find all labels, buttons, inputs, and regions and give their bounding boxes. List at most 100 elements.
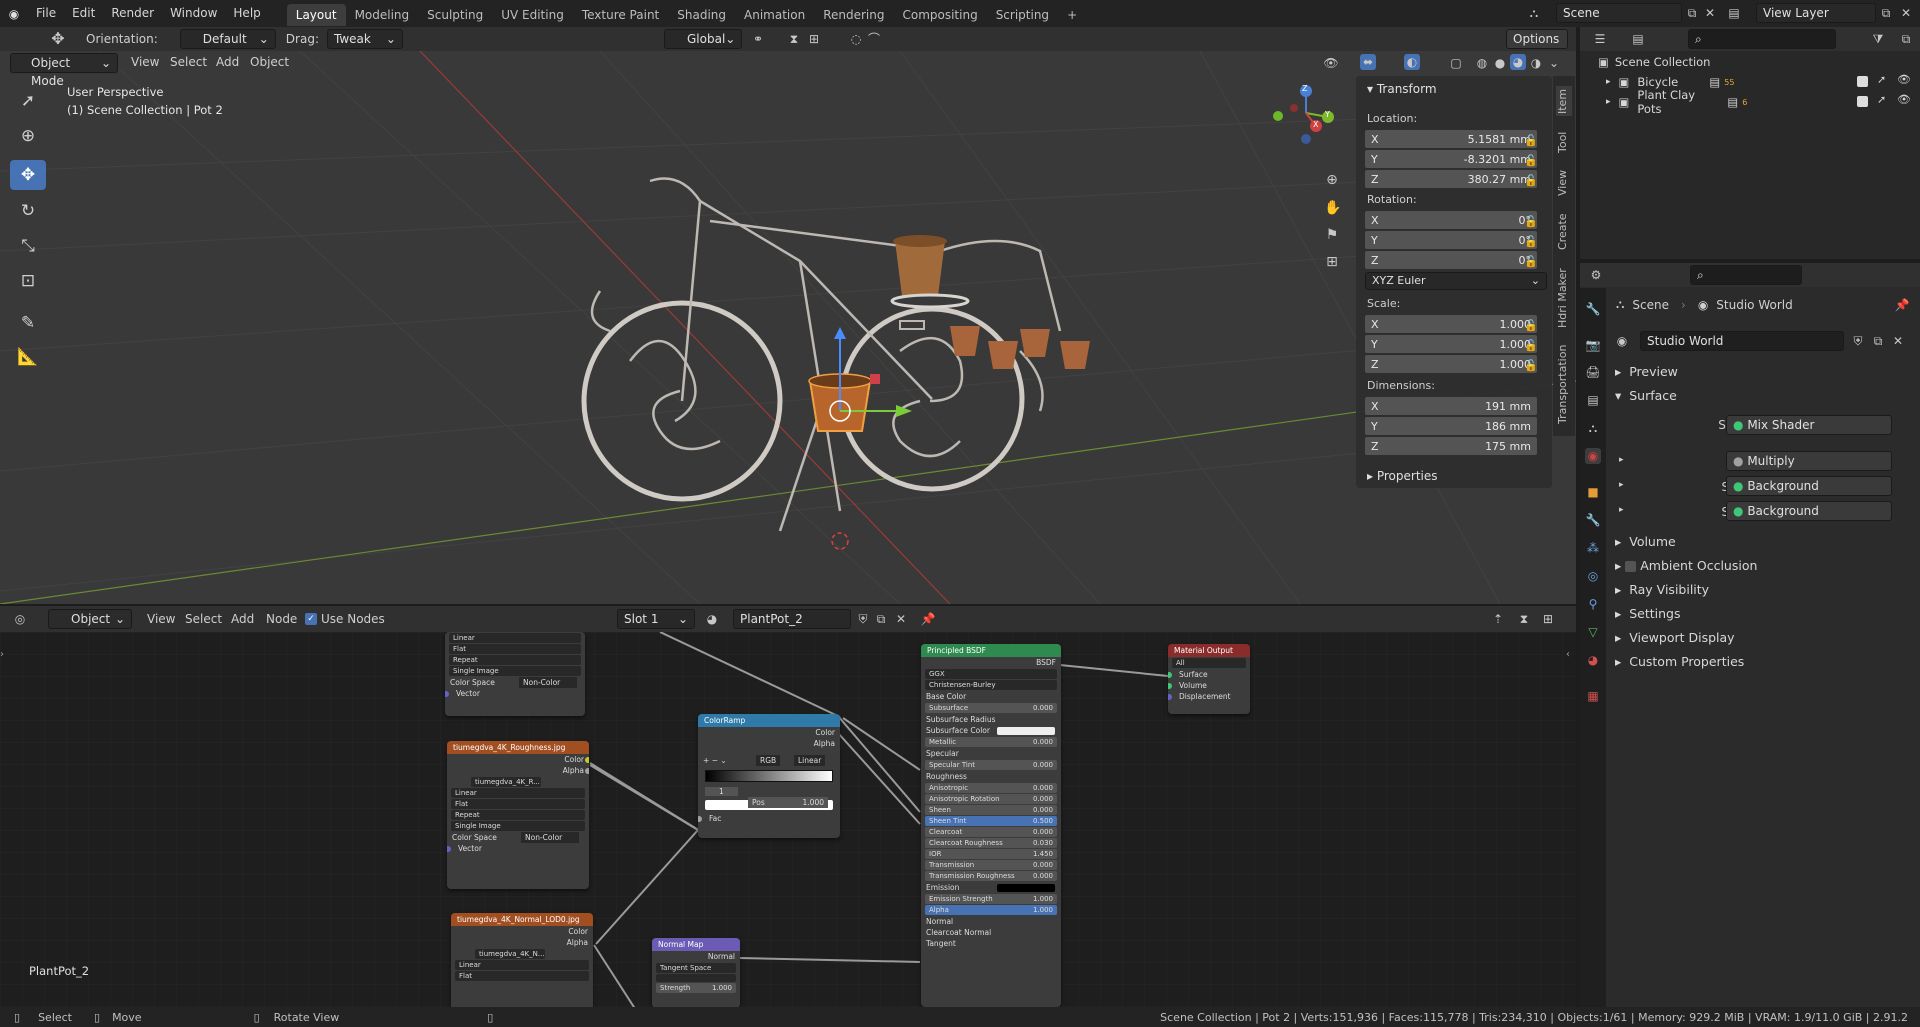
new-view-layer-icon[interactable]: ⧉ <box>1878 5 1894 21</box>
tab-shading[interactable]: Shading <box>668 4 735 26</box>
interpolation-dropdown[interactable]: Linear <box>794 755 826 766</box>
location-y-row[interactable]: Y -8.3201 mm <box>1365 150 1537 168</box>
menu-select[interactable]: Select <box>170 55 207 69</box>
space-dropdown[interactable]: Tangent Space <box>656 963 736 973</box>
rotation-y-row[interactable]: Y 0° <box>1365 231 1537 249</box>
principled-bsdf-node[interactable]: Principled BSDF BSDF GGX Christensen-Bur… <box>921 644 1061 1007</box>
tab-item[interactable]: Item <box>1556 86 1572 116</box>
material-tab-icon[interactable]: ◕ <box>1585 652 1601 668</box>
color-swatch[interactable] <box>997 884 1055 892</box>
object-tab-icon[interactable]: ■ <box>1585 484 1601 500</box>
rotate-tool-button[interactable]: ↻ <box>10 196 46 226</box>
volume-socket[interactable] <box>1168 683 1172 689</box>
select-arrow-icon[interactable]: ➚ <box>1877 73 1886 86</box>
menu-render[interactable]: Render <box>103 0 162 27</box>
subsurface-method-dropdown[interactable]: Christensen-Burley <box>925 680 1057 690</box>
mode-dropdown[interactable]: Object Mode ⌄ <box>10 53 118 88</box>
properties-editor-type-icon[interactable]: ⚙ <box>1588 267 1604 283</box>
location-x-row[interactable]: X 5.1581 mm <box>1365 130 1537 148</box>
remove-stop-icon[interactable]: − <box>712 756 718 765</box>
bsdf-input-row[interactable]: Specular <box>921 748 1061 759</box>
pin-icon[interactable]: 📌 <box>1894 297 1910 313</box>
visibility-eye-icon[interactable]: 👁 <box>1897 93 1911 106</box>
bsdf-input-row[interactable]: Transmission 0.000 <box>925 860 1057 870</box>
menu-edit[interactable]: Edit <box>64 0 103 27</box>
view-layer-tab-icon[interactable]: ▤ <box>1585 392 1601 408</box>
bsdf-input-row[interactable]: Subsurface Radius <box>921 714 1061 725</box>
slot-dropdown[interactable]: Slot 1 ⌄ <box>617 609 695 629</box>
world-browse-icon[interactable]: ◉ <box>1614 333 1630 349</box>
color-ramp-node[interactable]: ColorRamp Color Alpha + − ⌄ RGB Linear 1 Po… <box>698 714 840 838</box>
fake-user-shield-icon[interactable]: ⛨ <box>1850 333 1866 349</box>
tab-animation[interactable]: Animation <box>735 4 814 26</box>
dimensions-z-row[interactable]: Z 175 mm <box>1365 437 1537 455</box>
scale-z-row[interactable]: Z 1.000 <box>1365 355 1537 373</box>
node-header[interactable]: Material Output <box>1168 644 1250 657</box>
outliner-item-plant-clay-pots[interactable]: ▸ ▣ Plant Clay Pots ▤ 6 <box>1606 88 1747 116</box>
menu-view[interactable]: View <box>131 55 159 69</box>
bsdf-input-row[interactable]: Anisotropic 0.000 <box>925 783 1057 793</box>
bsdf-input-row[interactable]: Transmission Roughness 0.000 <box>925 871 1057 881</box>
display-mode-icon[interactable]: ▤ <box>1630 31 1646 47</box>
menu-help[interactable]: Help <box>225 0 268 27</box>
scale-y-row[interactable]: Y 1.000 <box>1365 335 1537 353</box>
ramp-menu-icon[interactable]: ⌄ <box>720 756 726 765</box>
lock-icon[interactable]: 🔓 <box>1524 154 1538 167</box>
duplicate-material-icon[interactable]: ⧉ <box>873 611 889 627</box>
material-output-node[interactable]: Material Output All Surface Volume Displ… <box>1168 644 1250 714</box>
strength-slider[interactable]: Strength 1.000 <box>656 983 736 993</box>
falloff-icon[interactable]: ⌒ <box>866 31 882 47</box>
rotation-z-row[interactable]: Z 0° <box>1365 251 1537 269</box>
particles-tab-icon[interactable]: ⁂ <box>1585 540 1601 556</box>
lock-icon[interactable]: 🔓 <box>1524 319 1538 332</box>
bicycle-planter-model[interactable] <box>540 141 1240 561</box>
dimensions-y-row[interactable]: Y 186 mm <box>1365 417 1537 435</box>
ortho-grid-icon[interactable]: ⊞ <box>1324 254 1340 270</box>
tab-create[interactable]: Create <box>1556 212 1572 252</box>
delete-view-layer-icon[interactable]: ✕ <box>1898 5 1914 21</box>
bsdf-input-row[interactable]: Alpha 1.000 <box>925 905 1057 915</box>
image-texture-node[interactable]: Linear Flat Repeat Single Image Color Sp… <box>445 632 585 716</box>
pan-hand-icon[interactable]: ✋ <box>1324 200 1341 216</box>
tab-sculpting[interactable]: Sculpting <box>418 4 492 26</box>
vector-socket[interactable] <box>445 691 449 697</box>
constraints-tab-icon[interactable]: ⚲ <box>1585 596 1601 612</box>
lock-icon[interactable]: 🔓 <box>1524 134 1538 147</box>
bsdf-input-row[interactable]: Sheen 0.000 <box>925 805 1057 815</box>
object-data-tab-icon[interactable]: ▽ <box>1585 624 1601 640</box>
fac-socket[interactable] <box>698 816 702 822</box>
ray-visibility-section[interactable]: ▸ Ray Visibility <box>1615 582 1709 597</box>
color-space-row[interactable]: Color Space Non-Color <box>445 677 585 688</box>
normal-texture-node[interactable]: tiumegdva_4K_Normal_LOD0.jpg Color Alpha… <box>451 913 593 1007</box>
color-socket[interactable] <box>585 757 589 763</box>
location-z-row[interactable]: Z 380.27 mm <box>1365 170 1537 188</box>
expand-arrow-icon[interactable]: ▸ <box>1606 97 1611 107</box>
menu-node[interactable]: Node <box>266 612 297 626</box>
image-selector[interactable]: tiumegdva_4K_R... <box>471 777 541 787</box>
gizmo-toggle-icon[interactable]: ⬌ <box>1360 54 1376 70</box>
bsdf-input-row[interactable]: Metallic 0.000 <box>925 737 1057 747</box>
render-tab-icon[interactable]: 📷 <box>1585 337 1601 353</box>
bsdf-input-row[interactable]: Clearcoat Normal <box>921 927 1061 938</box>
alpha-socket[interactable] <box>585 768 589 774</box>
bsdf-input-row[interactable]: Tangent <box>921 938 1061 949</box>
tab-modeling[interactable]: Modeling <box>346 4 419 26</box>
node-header[interactable]: ColorRamp <box>698 714 840 727</box>
exclude-checkbox[interactable] <box>1857 96 1868 107</box>
shader1-link-field[interactable]: ● Background <box>1726 476 1892 496</box>
measure-tool-button[interactable]: 📐 <box>10 342 46 372</box>
expand-arrow-icon[interactable]: ▸ <box>1606 77 1611 87</box>
expand-arrow-icon[interactable]: ▸ <box>1619 455 1624 465</box>
expand-sidebar-arrow-icon[interactable]: ‹ <box>1566 649 1570 660</box>
lock-icon[interactable]: 🔓 <box>1524 255 1538 268</box>
tab-layout[interactable]: Layout <box>286 3 346 26</box>
snap-icon[interactable]: ⧗ <box>1516 611 1532 627</box>
bsdf-input-row[interactable]: IOR 1.450 <box>925 849 1057 859</box>
scale-x-row[interactable]: X 1.000 <box>1365 315 1537 333</box>
transform-panel-header[interactable]: ▾ Transform <box>1367 82 1437 96</box>
expand-toolbar-arrow-icon[interactable]: › <box>0 649 4 660</box>
rotation-x-row[interactable]: X 0° <box>1365 211 1537 229</box>
navigation-gizmo[interactable]: Z Y X <box>1268 81 1338 151</box>
menu-file[interactable]: File <box>28 0 64 27</box>
scene-tab-icon[interactable]: ⛬ <box>1585 420 1601 436</box>
